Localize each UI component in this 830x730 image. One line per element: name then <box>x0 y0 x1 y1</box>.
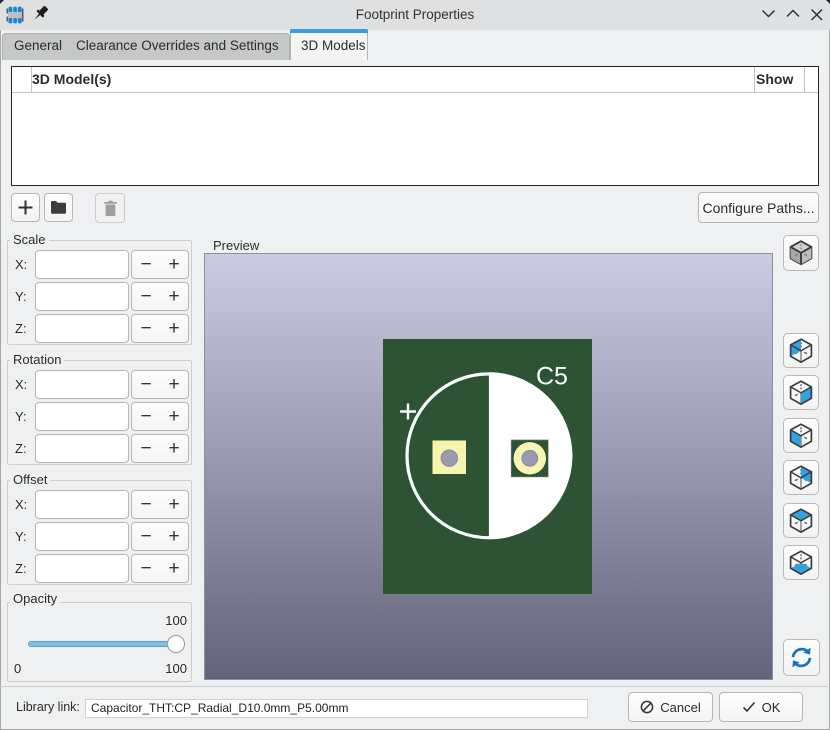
svg-text:C5: C5 <box>536 363 568 391</box>
